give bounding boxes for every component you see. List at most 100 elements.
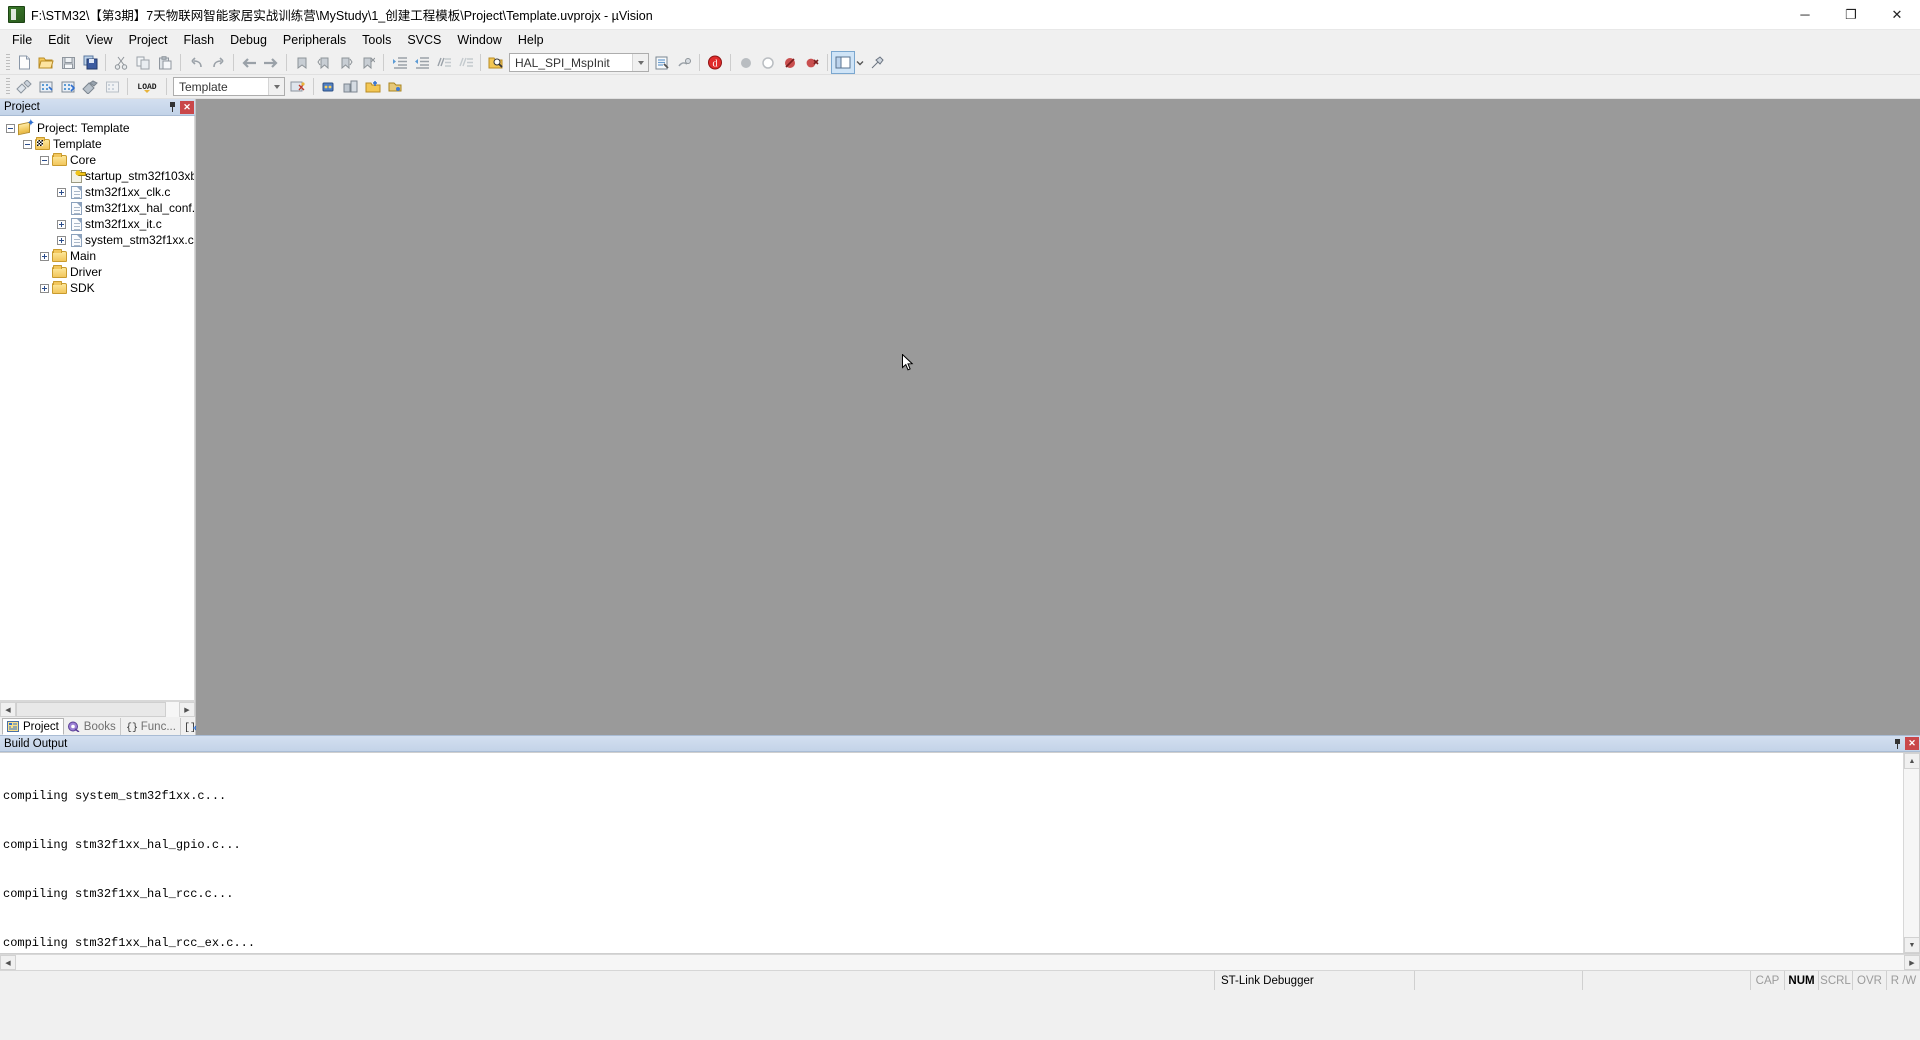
chevron-down-icon[interactable] — [632, 54, 648, 71]
copy-icon[interactable] — [132, 52, 154, 73]
bookmark-next-icon[interactable] — [335, 52, 357, 73]
minimize-button[interactable]: ─ — [1782, 0, 1828, 30]
scroll-left-button[interactable]: ◀ — [0, 955, 16, 970]
undo-icon[interactable] — [185, 52, 207, 73]
editor-workspace[interactable] — [196, 99, 1920, 735]
find-in-files-icon[interactable] — [485, 52, 507, 73]
tree-node-file-clk[interactable]: stm32f1xx_clk.c — [0, 184, 194, 200]
close-icon[interactable]: ✕ — [1905, 737, 1919, 750]
build-output-vscrollbar[interactable]: ▲ ▼ — [1903, 753, 1919, 953]
scroll-down-button[interactable]: ▼ — [1904, 937, 1919, 953]
scroll-up-button[interactable]: ▲ — [1904, 753, 1919, 769]
project-tree[interactable]: Project: Template Template Core startup_… — [0, 116, 195, 701]
scroll-left-button[interactable]: ◀ — [0, 702, 16, 717]
bookmark-prev-icon[interactable] — [313, 52, 335, 73]
menu-item-debug[interactable]: Debug — [222, 30, 275, 51]
tree-node-file-it[interactable]: stm32f1xx_it.c — [0, 216, 194, 232]
menu-item-help[interactable]: Help — [510, 30, 552, 51]
project-tree-hscrollbar[interactable]: ◀ ▶ — [0, 701, 195, 717]
maximize-button[interactable]: ❐ — [1828, 0, 1874, 30]
toolbar-grip[interactable] — [6, 78, 10, 95]
scroll-right-button[interactable]: ▶ — [179, 702, 195, 717]
tree-node-group-core[interactable]: Core — [0, 152, 194, 168]
expander-plus-icon[interactable] — [40, 283, 49, 293]
open-file-icon[interactable] — [35, 52, 57, 73]
build-output-body[interactable]: compiling system_stm32f1xx.c... compilin… — [0, 752, 1920, 954]
tree-node-project[interactable]: Project: Template — [0, 119, 194, 136]
build-output-log[interactable]: compiling system_stm32f1xx.c... compilin… — [0, 753, 1903, 953]
navigate-back-icon[interactable] — [238, 52, 260, 73]
uncomment-icon[interactable] — [454, 52, 476, 73]
debug-icon[interactable]: d — [704, 52, 726, 73]
menu-item-file[interactable]: File — [4, 30, 40, 51]
translate-file-icon[interactable] — [13, 76, 35, 97]
disable-all-breakpoints-icon[interactable] — [779, 52, 801, 73]
download-icon[interactable]: LOAD — [132, 76, 162, 97]
multi-project-icon[interactable] — [362, 76, 384, 97]
pin-icon[interactable] — [1890, 736, 1905, 751]
bookmark-clear-icon[interactable] — [357, 52, 379, 73]
manage-project-items-icon[interactable] — [340, 76, 362, 97]
chevron-down-icon[interactable] — [854, 52, 866, 73]
save-all-icon[interactable] — [79, 52, 101, 73]
svcs-icon[interactable] — [384, 76, 406, 97]
disable-breakpoint-icon[interactable] — [757, 52, 779, 73]
tab-project[interactable]: Project — [2, 718, 64, 735]
hscroll-track[interactable] — [16, 702, 179, 717]
close-button[interactable]: ✕ — [1874, 0, 1920, 30]
expander-plus-icon[interactable] — [40, 251, 49, 261]
tree-node-group-sdk[interactable]: SDK — [0, 280, 194, 296]
target-options-icon[interactable] — [287, 76, 309, 97]
menu-item-project[interactable]: Project — [121, 30, 176, 51]
chevron-down-icon[interactable] — [268, 78, 284, 95]
tree-node-file-startup[interactable]: startup_stm32f103xb.s — [0, 168, 194, 184]
build-target-icon[interactable] — [35, 76, 57, 97]
cut-icon[interactable] — [110, 52, 132, 73]
menu-item-view[interactable]: View — [78, 30, 121, 51]
indent-right-icon[interactable] — [388, 52, 410, 73]
browse-symbols-icon[interactable] — [673, 52, 695, 73]
bookmark-toggle-icon[interactable] — [291, 52, 313, 73]
toolbar-grip[interactable] — [6, 54, 10, 71]
tree-node-group-main[interactable]: Main — [0, 248, 194, 264]
insert-breakpoint-icon[interactable] — [735, 52, 757, 73]
menu-item-svcs[interactable]: SVCS — [399, 30, 449, 51]
function-combo[interactable]: HAL_SPI_MspInit — [509, 53, 649, 72]
pin-icon[interactable] — [165, 100, 180, 115]
batch-build-icon[interactable] — [79, 76, 101, 97]
rebuild-all-icon[interactable] — [57, 76, 79, 97]
redo-icon[interactable] — [207, 52, 229, 73]
stop-build-icon[interactable] — [101, 76, 123, 97]
manage-runtime-icon[interactable] — [318, 76, 340, 97]
comment-icon[interactable] — [432, 52, 454, 73]
hscroll-track[interactable] — [16, 955, 1904, 970]
menu-item-window[interactable]: Window — [449, 30, 509, 51]
hscroll-thumb[interactable] — [16, 702, 166, 717]
tab-books[interactable]: Books — [64, 718, 121, 735]
paste-icon[interactable] — [154, 52, 176, 73]
configure-target-icon[interactable] — [866, 52, 888, 73]
tree-node-group-driver[interactable]: Driver — [0, 264, 194, 280]
menu-item-flash[interactable]: Flash — [175, 30, 222, 51]
expander-plus-icon[interactable] — [57, 235, 66, 245]
tree-node-file-system[interactable]: system_stm32f1xx.c — [0, 232, 194, 248]
build-output-hscrollbar[interactable]: ◀ ▶ — [0, 954, 1920, 970]
close-icon[interactable]: ✕ — [180, 100, 194, 114]
menu-item-tools[interactable]: Tools — [354, 30, 399, 51]
tab-functions[interactable]: {} Func... — [121, 718, 181, 735]
menu-item-peripherals[interactable]: Peripherals — [275, 30, 354, 51]
target-combo[interactable]: Template — [173, 77, 285, 96]
save-icon[interactable] — [57, 52, 79, 73]
expander-plus-icon[interactable] — [57, 219, 66, 229]
config-wizard-icon[interactable] — [651, 52, 673, 73]
project-window-icon[interactable] — [831, 51, 855, 74]
indent-left-icon[interactable] — [410, 52, 432, 73]
vscroll-track[interactable] — [1904, 769, 1919, 937]
expander-plus-icon[interactable] — [57, 187, 66, 197]
scroll-right-button[interactable]: ▶ — [1904, 955, 1920, 970]
tree-node-file-halconf[interactable]: stm32f1xx_hal_conf.h — [0, 200, 194, 216]
expander-minus-icon[interactable] — [23, 139, 32, 149]
expander-minus-icon[interactable] — [40, 155, 49, 165]
menu-item-edit[interactable]: Edit — [40, 30, 78, 51]
tree-node-target[interactable]: Template — [0, 136, 194, 152]
